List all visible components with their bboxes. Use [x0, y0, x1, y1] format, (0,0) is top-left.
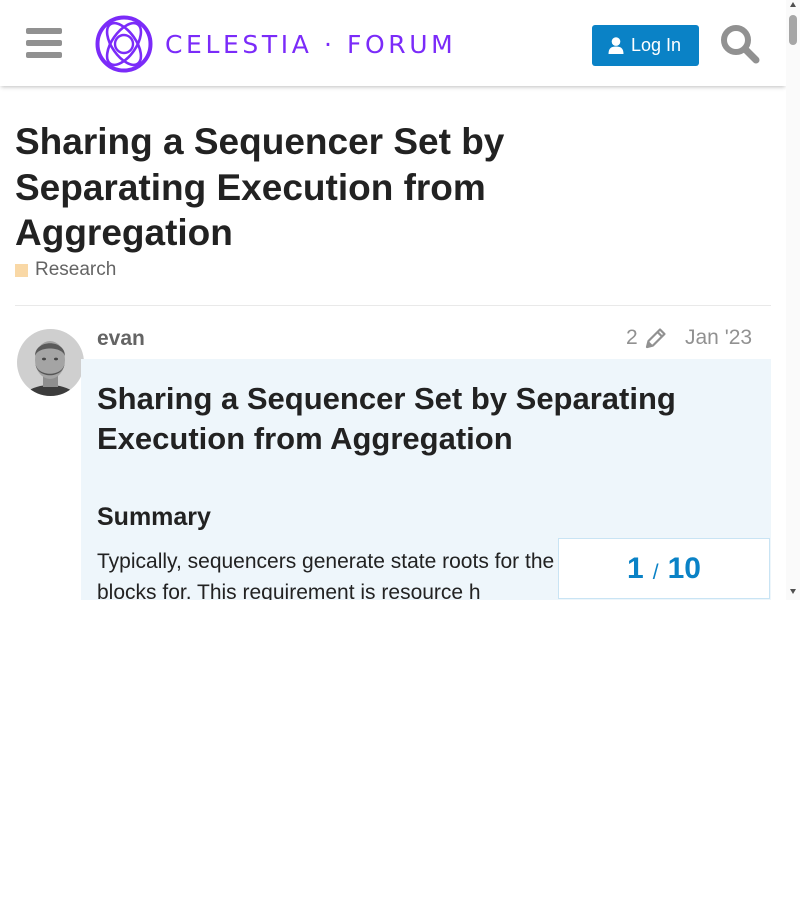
- post-subheading: Summary: [97, 503, 211, 531]
- category-color-swatch: [15, 263, 28, 277]
- login-button-label: Log In: [630, 35, 682, 55]
- topic-title[interactable]: Sharing a Sequencer Set by Separating Ex…: [15, 119, 575, 256]
- site-logo[interactable]: CELESTIA · FORUM: [95, 15, 456, 73]
- post-username[interactable]: evan: [97, 327, 145, 351]
- topic-progress[interactable]: 1 / 10: [558, 538, 770, 599]
- post-date[interactable]: Jan '23: [685, 326, 752, 350]
- category-label: Research: [35, 259, 117, 280]
- post-heading: Sharing a Sequencer Set by Separating Ex…: [97, 381, 676, 456]
- edit-count: 2: [626, 326, 638, 349]
- title-divider: [15, 305, 771, 306]
- scroll-thumb[interactable]: [789, 15, 797, 45]
- search-icon[interactable]: [720, 24, 760, 64]
- edit-history-button[interactable]: 2: [626, 326, 667, 350]
- page-viewport: CELESTIA · FORUM Log In Sharing a Sequen…: [0, 0, 800, 600]
- site-header: CELESTIA · FORUM Log In: [0, 0, 786, 86]
- hamburger-menu-icon[interactable]: [26, 28, 62, 59]
- page-scrollbar[interactable]: [786, 0, 800, 600]
- user-icon: [608, 37, 624, 54]
- progress-separator: /: [652, 560, 659, 584]
- celestia-logo-mark: [95, 15, 153, 73]
- avatar-image: [17, 329, 84, 396]
- category-badge[interactable]: Research: [15, 259, 116, 281]
- scroll-down-arrow[interactable]: [790, 589, 796, 594]
- logo-text: CELESTIA · FORUM: [165, 29, 457, 59]
- login-button[interactable]: Log In: [592, 25, 699, 66]
- progress-current: 1: [627, 551, 644, 585]
- progress-total: 10: [667, 551, 701, 585]
- avatar[interactable]: [17, 329, 84, 396]
- scroll-up-arrow[interactable]: [790, 2, 796, 7]
- pencil-icon: [645, 328, 666, 349]
